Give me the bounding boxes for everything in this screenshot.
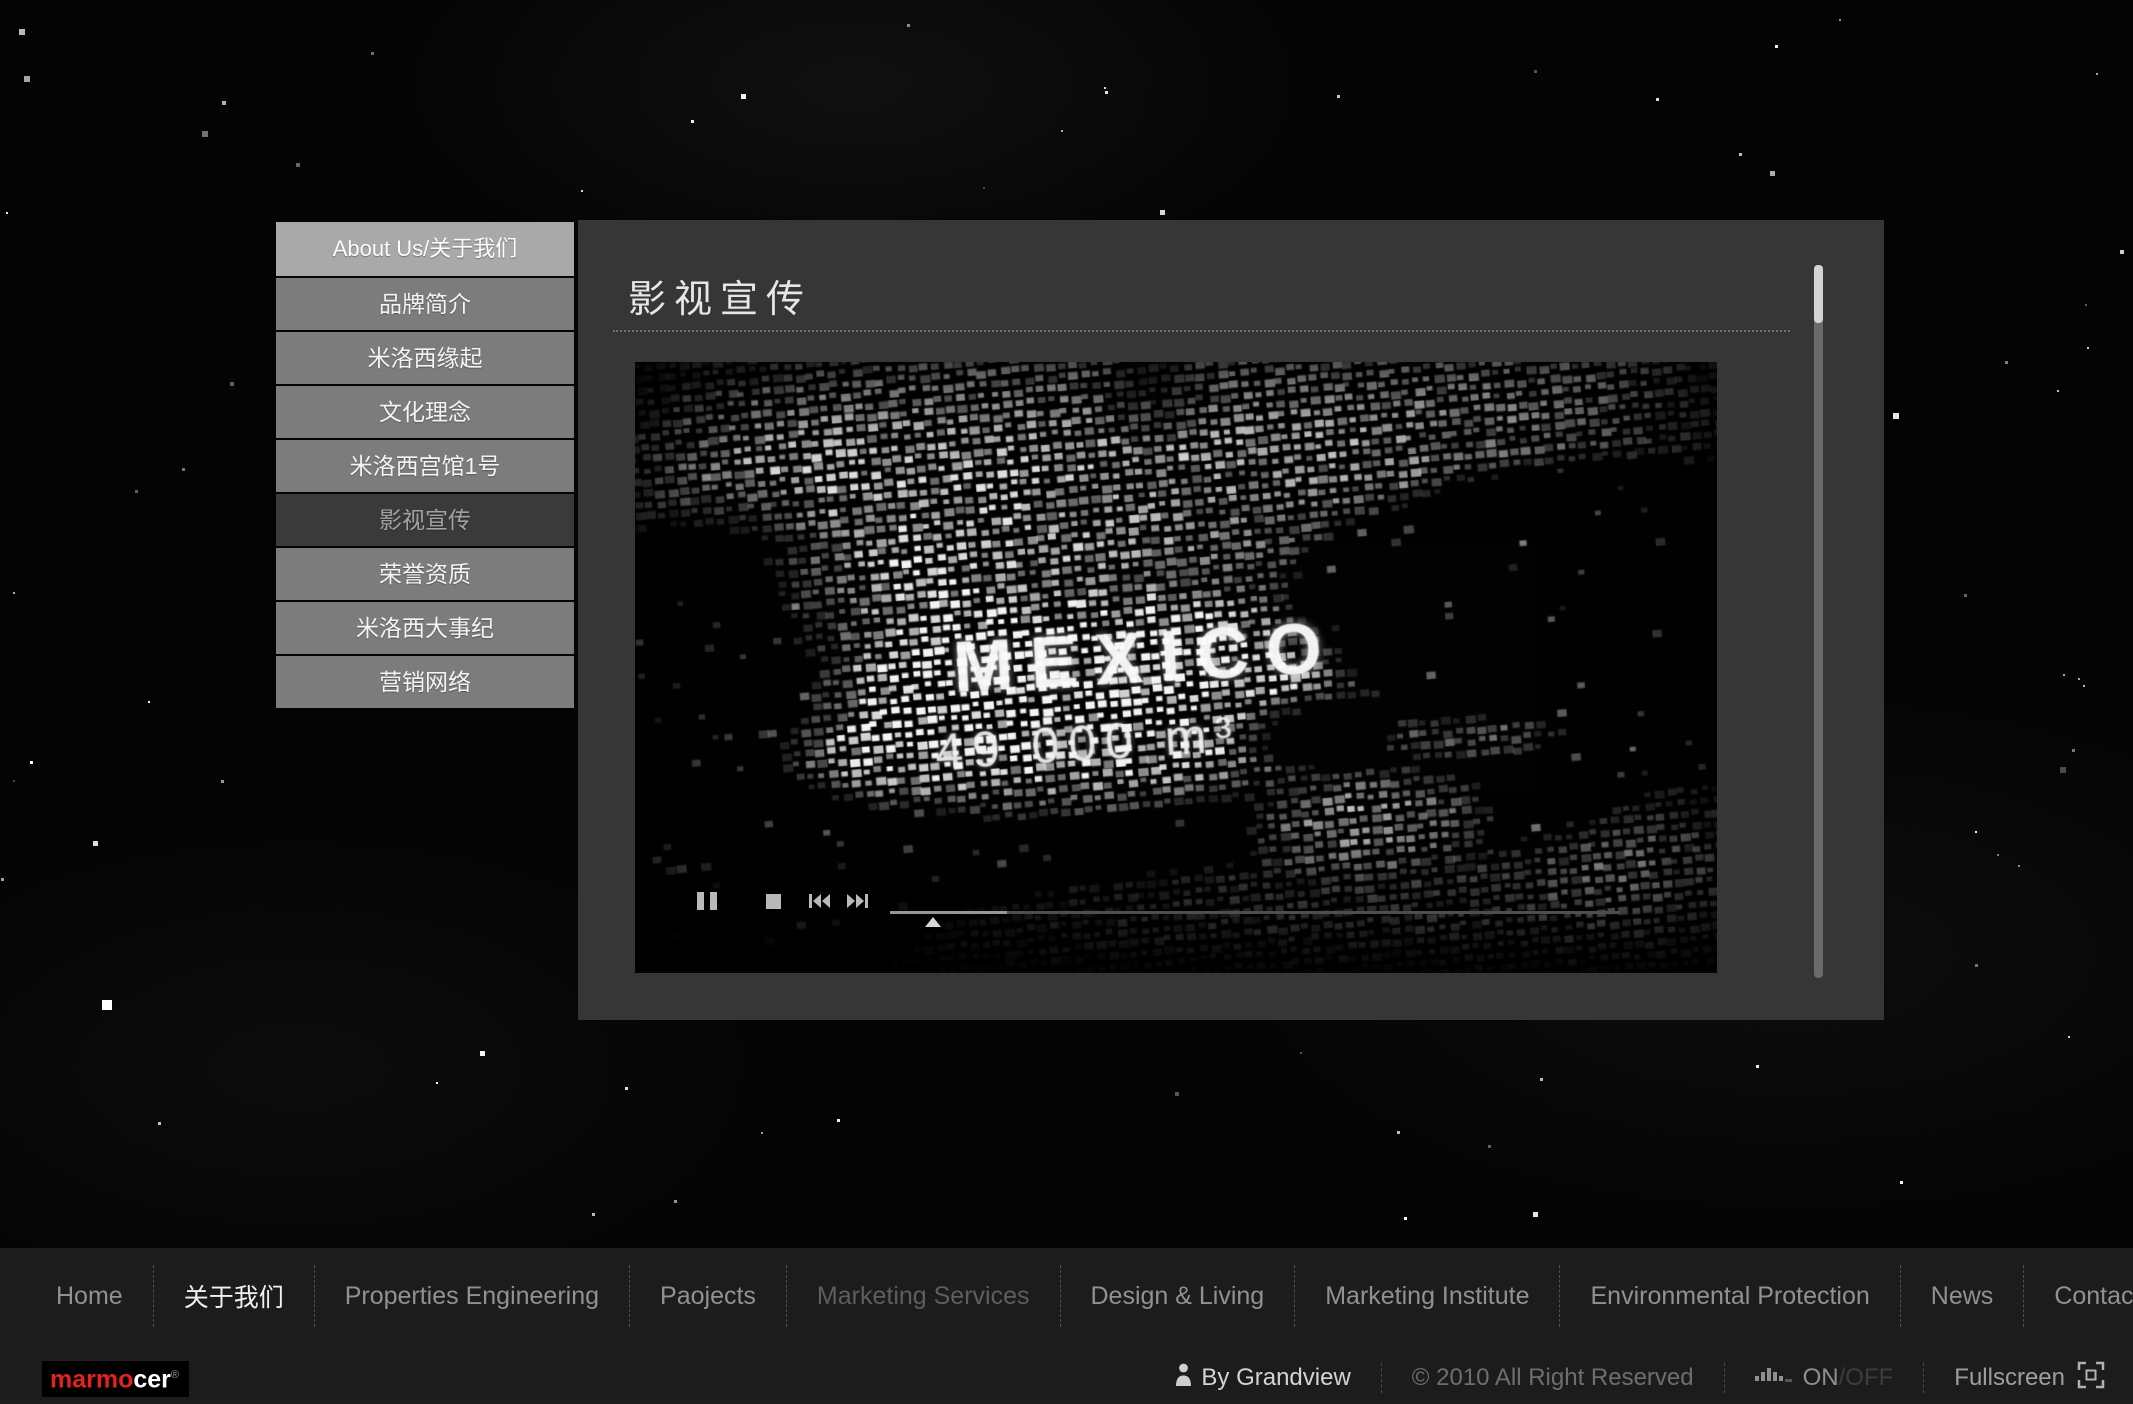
nav-separator	[1294, 1265, 1295, 1327]
nav-separator	[1060, 1265, 1061, 1327]
nav-separator	[629, 1265, 630, 1327]
nav-item-news[interactable]: News	[1901, 1282, 2024, 1311]
sound-equalizer-icon[interactable]	[1755, 1364, 1793, 1393]
fullscreen-button[interactable]: Fullscreen	[1954, 1364, 2065, 1392]
video-player[interactable]: MEXICO 49 000 m³	[635, 362, 1717, 973]
sidebar-item-palace-no1[interactable]: 米洛西宫馆1号	[276, 440, 574, 492]
footer-right-group: By Grandview © 2010 All Right Reserved O…	[1175, 1360, 2105, 1396]
seek-progress	[890, 911, 1007, 914]
nav-item-about-us[interactable]: 关于我们	[154, 1278, 314, 1314]
seek-bar[interactable]	[890, 911, 1620, 914]
main-navigation: Home 关于我们 Properties Engineering Paoject…	[0, 1248, 2133, 1344]
nav-item-environmental-protection[interactable]: Environmental Protection	[1560, 1282, 1899, 1311]
nav-separator	[786, 1265, 787, 1327]
nav-item-design-living[interactable]: Design & Living	[1061, 1282, 1295, 1311]
credit-link[interactable]: By Grandview	[1201, 1364, 1350, 1392]
fast-forward-button[interactable]	[846, 893, 868, 914]
nav-item-marketing-institute[interactable]: Marketing Institute	[1295, 1282, 1559, 1311]
sidebar-item-brand-intro[interactable]: 品牌简介	[276, 278, 574, 330]
copyright-text: © 2010 All Right Reserved	[1412, 1364, 1694, 1392]
sidebar-item-origin[interactable]: 米洛西缘起	[276, 332, 574, 384]
nav-item-paojects[interactable]: Paojects	[630, 1282, 786, 1311]
nav-separator	[1559, 1265, 1560, 1327]
page-title: 影视宣传	[628, 268, 812, 323]
nav-item-contact-us[interactable]: Contact us	[2024, 1282, 2133, 1311]
pause-button[interactable]	[697, 892, 718, 910]
sidebar-item-honors[interactable]: 荣誉资质	[276, 548, 574, 600]
footer-separator	[1724, 1363, 1725, 1393]
sidebar-item-marketing-network[interactable]: 营销网络	[276, 656, 574, 708]
nav-separator	[1900, 1265, 1901, 1327]
nav-separator	[2023, 1265, 2024, 1327]
person-icon	[1175, 1363, 1192, 1394]
footer-separator	[1923, 1363, 1924, 1393]
registered-mark: ®	[171, 1369, 179, 1381]
title-underline	[613, 330, 1790, 332]
marmocer-logo: marmocer®	[42, 1361, 189, 1397]
sidebar-item-culture[interactable]: 文化理念	[276, 386, 574, 438]
logo-text-cer: cer	[133, 1365, 171, 1393]
panel-scrollbar[interactable]	[1814, 265, 1823, 978]
rewind-button[interactable]	[809, 893, 831, 914]
footer-separator	[1381, 1363, 1382, 1393]
nav-item-marketing-services[interactable]: Marketing Services	[787, 1282, 1060, 1311]
nav-item-home[interactable]: Home	[26, 1282, 153, 1311]
scrollbar-thumb[interactable]	[1814, 265, 1823, 323]
seek-marker-handle[interactable]	[925, 917, 941, 927]
sound-off-label: /OFF	[1839, 1364, 1894, 1391]
sound-toggle[interactable]: ON/OFF	[1803, 1364, 1894, 1392]
nav-item-properties-engineering[interactable]: Properties Engineering	[315, 1282, 629, 1311]
footer: marmocer® By Grandview © 2010 All Right …	[0, 1352, 2133, 1404]
video-controls	[635, 362, 1717, 973]
sidebar-menu: About Us/关于我们 品牌简介 米洛西缘起 文化理念 米洛西宫馆1号 影视…	[276, 222, 574, 708]
nav-separator	[314, 1265, 315, 1327]
content-panel: 影视宣传 MEXICO 49 000 m³	[578, 220, 1884, 1020]
sidebar-header-about-us[interactable]: About Us/关于我们	[276, 222, 574, 276]
stop-button[interactable]	[766, 894, 781, 909]
nav-separator	[153, 1265, 154, 1327]
sidebar-item-video-promo[interactable]: 影视宣传	[276, 494, 574, 546]
logo-text-marmo: marmo	[50, 1365, 133, 1393]
fullscreen-icon[interactable]	[2077, 1361, 2105, 1396]
stage: About Us/关于我们 品牌简介 米洛西缘起 文化理念 米洛西宫馆1号 影视…	[0, 0, 2133, 1404]
sound-on-label: ON	[1803, 1364, 1839, 1391]
sidebar-item-milestones[interactable]: 米洛西大事纪	[276, 602, 574, 654]
bottom-bar: Home 关于我们 Properties Engineering Paoject…	[0, 1248, 2133, 1404]
